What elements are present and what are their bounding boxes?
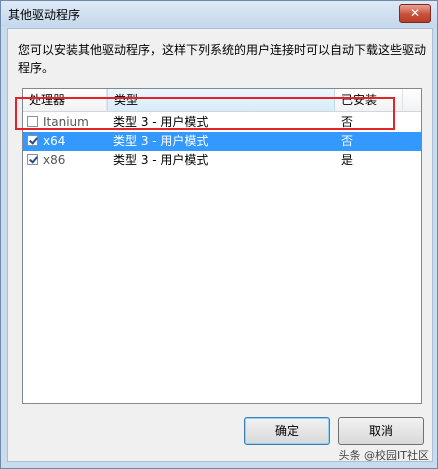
installed-cell: 否 — [341, 134, 354, 148]
close-icon: ✕ — [409, 6, 421, 20]
description-text: 您可以安装其他驱动程序，这样下列系统的用户连接时可以自动下载这些驱动程序。 — [18, 43, 427, 75]
processor-cell: Itanium — [43, 115, 89, 129]
checkbox-checked[interactable] — [27, 135, 38, 146]
type-cell: 类型 3 - 用户模式 — [113, 153, 209, 167]
table-row[interactable]: x86 类型 3 - 用户模式 是 — [23, 151, 421, 170]
column-header-label: 类型 — [114, 93, 139, 107]
close-button[interactable]: ✕ — [399, 4, 431, 23]
ok-button[interactable]: 确定 — [244, 417, 330, 445]
list-header: 处理器 类型 已安装 — [23, 89, 421, 112]
column-header-processor[interactable]: 处理器 — [23, 89, 107, 111]
processor-cell: x86 — [43, 153, 66, 167]
installed-cell: 是 — [341, 153, 354, 167]
column-header-label: 已安装 — [341, 93, 378, 107]
watermark: 头条 @校园IT社区 — [338, 449, 429, 462]
checkbox-checked[interactable] — [27, 154, 38, 165]
type-cell: 类型 3 - 用户模式 — [113, 115, 209, 129]
column-header-label: 处理器 — [29, 93, 66, 107]
checkbox[interactable] — [27, 116, 38, 127]
type-cell: 类型 3 - 用户模式 — [113, 134, 209, 148]
dialog-window: 其他驱动程序 ✕ 您可以安装其他驱动程序，这样下列系统的用户连接时可以自动下载这… — [0, 0, 438, 469]
column-header-installed[interactable]: 已安装 — [335, 89, 403, 111]
column-header-type[interactable]: 类型 — [107, 89, 335, 111]
driver-list[interactable]: 处理器 类型 已安装 Itanium 类型 3 - 用户模式 否 x64 类型 … — [22, 88, 422, 404]
table-row-selected[interactable]: x64 类型 3 - 用户模式 否 — [23, 132, 421, 151]
cancel-button[interactable]: 取消 — [338, 417, 424, 445]
processor-cell: x64 — [43, 134, 66, 148]
window-title: 其他驱动程序 — [8, 8, 81, 22]
dialog-content: 您可以安装其他驱动程序，这样下列系统的用户连接时可以自动下载这些驱动程序。 处理… — [7, 28, 433, 462]
table-row[interactable]: Itanium 类型 3 - 用户模式 否 — [23, 113, 421, 132]
title-bar[interactable]: 其他驱动程序 ✕ — [1, 1, 437, 27]
installed-cell: 否 — [341, 115, 354, 129]
